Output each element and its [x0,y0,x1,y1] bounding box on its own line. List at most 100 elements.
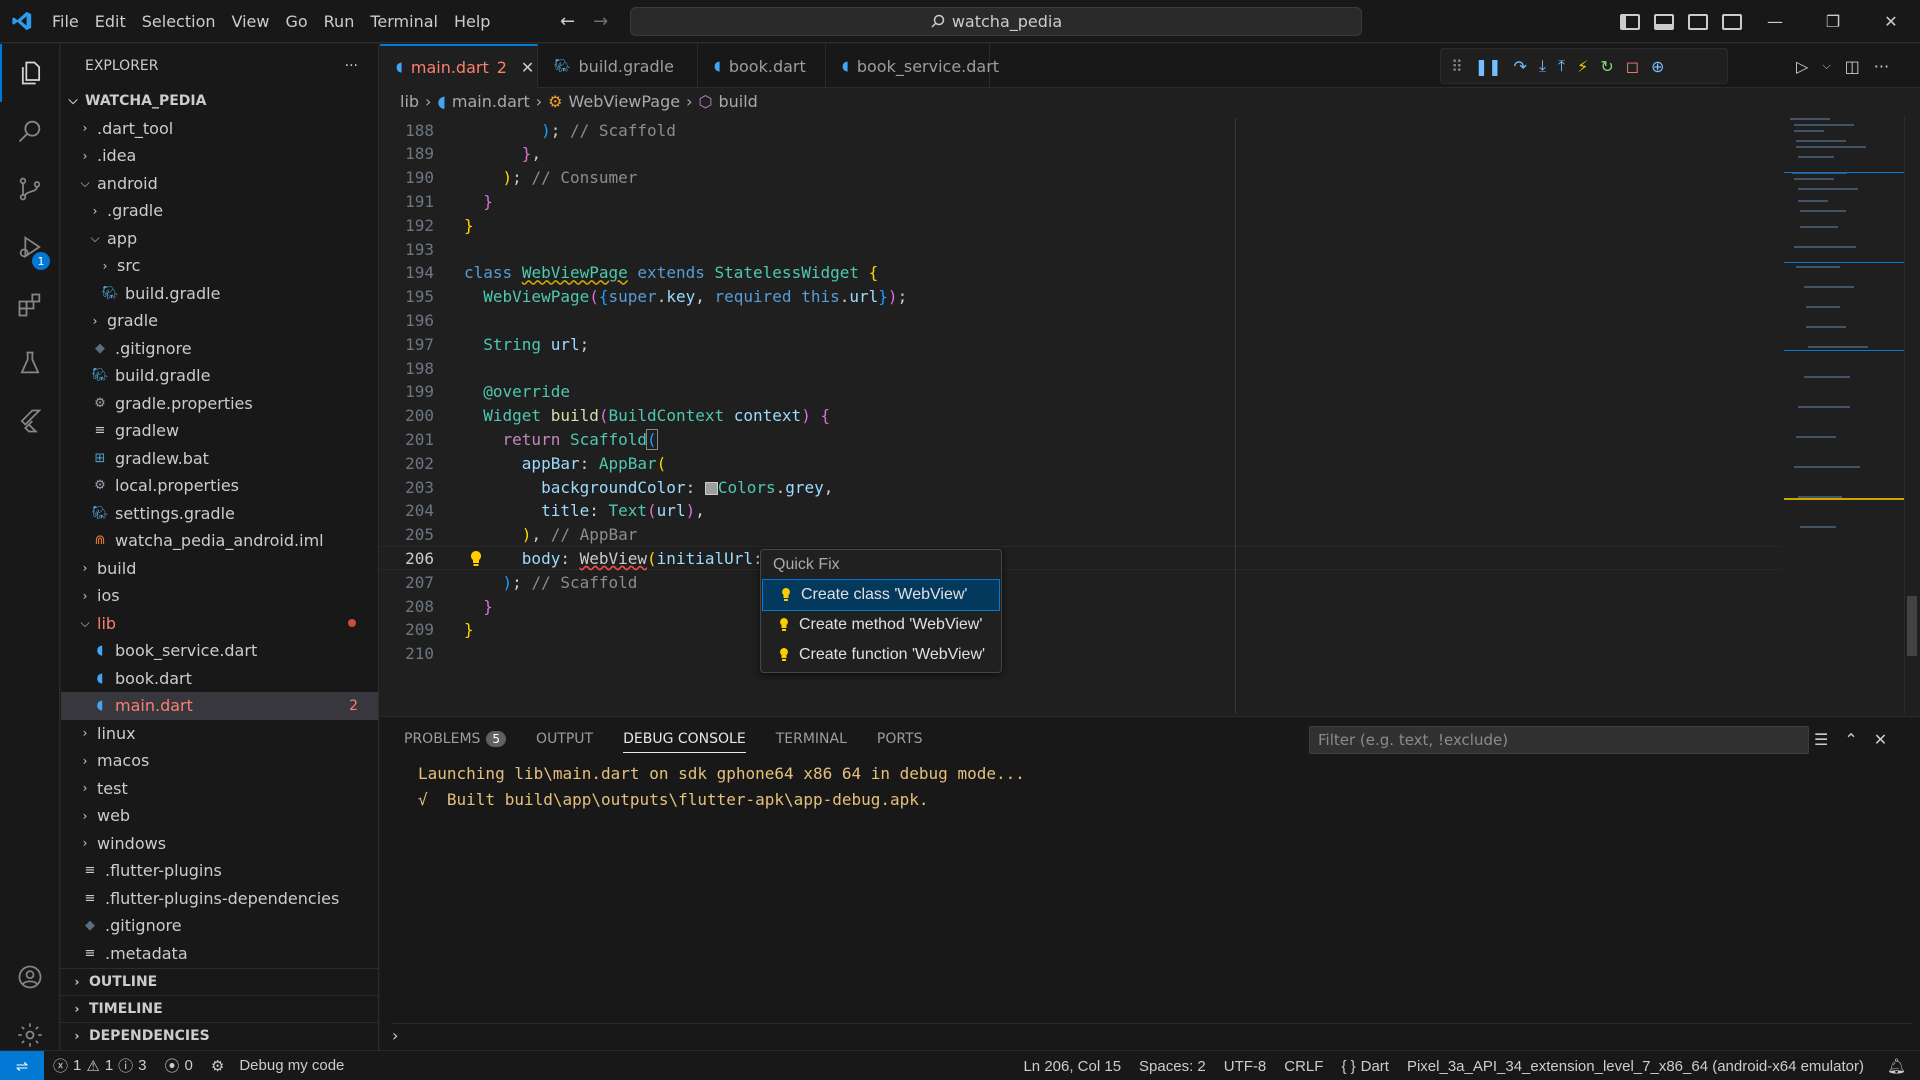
tree-folder[interactable]: › .gradle [61,197,378,225]
outline-section[interactable]: › OUTLINE [61,968,379,995]
code-line[interactable]: 204 title: Text(url), [380,499,1780,523]
tree-folder[interactable]: › build [61,555,378,583]
close-window-icon[interactable]: ✕ [1862,0,1920,43]
tree-folder[interactable]: › src [61,252,378,280]
step-out-icon[interactable]: ⤒ [1558,56,1565,76]
hot-reload-icon[interactable]: ⚡ [1577,57,1588,76]
testing-icon[interactable] [0,334,60,392]
dependencies-section[interactable]: › DEPENDENCIES [61,1022,379,1049]
lightbulb-icon[interactable] [468,550,484,568]
tree-file[interactable]: ⋒ watcha_pedia_android.iml [61,527,378,555]
maximize-panel-icon[interactable]: ⌃ [1844,730,1857,749]
code-line[interactable]: 193 [380,237,1780,261]
quick-fix-create-function[interactable]: Create function 'WebView' [761,640,1001,670]
tree-folder[interactable]: › macos [61,747,378,775]
quick-fix-create-class[interactable]: Create class 'WebView' [762,579,1000,611]
device-selector[interactable]: Pixel_3a_API_34_extension_level_7_x86_64… [1398,1058,1873,1075]
customize-layout-icon[interactable] [1722,13,1742,30]
close-tab-icon[interactable]: ✕ [521,58,534,77]
source-control-icon[interactable] [0,160,60,218]
minimap[interactable] [1784,116,1904,714]
run-icon[interactable]: ▷ [1796,57,1808,76]
code-line[interactable]: 202 appBar: AppBar( [380,451,1780,475]
maximize-icon[interactable]: ❐ [1804,0,1862,43]
code-line[interactable]: 191 } [380,189,1780,213]
chevron-down-icon[interactable]: ⌵ [1822,59,1830,73]
panel-tab-ports[interactable]: PORTS [877,717,923,761]
tree-file[interactable]: ≡ gradlew [61,417,378,445]
problems-status[interactable]: ⓧ 1 ⚠ 1 ⓘ 3 [44,1055,156,1076]
stop-icon[interactable]: ◻ [1626,57,1639,76]
tree-folder[interactable]: › .idea [61,142,378,170]
workspace-root[interactable]: ⌵ WATCHA_PEDIA [61,87,378,115]
menu-view[interactable]: View [224,0,278,43]
tree-folder[interactable]: › ios [61,582,378,610]
code-line[interactable]: 200 Widget build(BuildContext context) { [380,404,1780,428]
tree-file[interactable]: ◖ book_service.dart [61,637,378,665]
flutter-icon[interactable] [0,392,60,450]
tree-folder[interactable]: › .dart_tool [61,115,378,143]
tab-main-dart[interactable]: ◖ main.dart 2 ✕ [380,44,538,88]
tree-folder[interactable]: › gradle [61,307,378,335]
breadcrumb-folder[interactable]: lib [400,92,419,111]
tree-file[interactable]: ≡ .metadata [61,940,378,968]
step-over-icon[interactable]: ↷ [1514,57,1527,76]
clear-console-icon[interactable]: ☰ [1814,730,1828,749]
drag-handle-icon[interactable]: ⠿ [1451,57,1463,76]
menu-help[interactable]: Help [446,0,498,43]
code-line[interactable]: 205 ), // AppBar [380,523,1780,547]
panel-tab-debug-console[interactable]: DEBUG CONSOLE [623,717,746,761]
forward-arrow-icon[interactable]: → [593,11,608,32]
tree-folder[interactable]: ⌵ android [61,170,378,198]
timeline-section[interactable]: › TIMELINE [61,995,379,1022]
search-activity-icon[interactable] [0,102,60,160]
panel-tab-output[interactable]: OUTPUT [536,717,593,761]
ports-status[interactable]: ⦿ 0 [156,1055,202,1076]
code-line[interactable]: 209} [380,618,1780,642]
code-line[interactable]: 198 [380,356,1780,380]
close-panel-icon[interactable]: ✕ [1874,730,1887,749]
tree-file[interactable]: 🐘︎ build.gradle [61,362,378,390]
tree-folder[interactable]: › web [61,802,378,830]
tree-file[interactable]: ◆ .gitignore [61,335,378,363]
code-line[interactable]: 197 String url; [380,332,1780,356]
code-line[interactable]: 201 return Scaffold( [380,427,1780,451]
line-ending[interactable]: CRLF [1275,1058,1332,1075]
code-line[interactable]: 195 WebViewPage({super.key, required thi… [380,285,1780,309]
explorer-more-icon[interactable]: ··· [345,58,358,74]
code-editor[interactable]: 188 ); // Scaffold 189 }, 190 ); // Consum… [380,118,1780,714]
restart-icon[interactable]: ↻ [1600,57,1613,76]
tab-book-service-dart[interactable]: ◖ book_service.dart [826,44,999,88]
language-mode[interactable]: { } Dart [1332,1058,1398,1075]
toggle-panel-icon[interactable] [1654,13,1674,30]
tree-folder[interactable]: ⌵ lib [61,610,378,638]
accounts-icon[interactable] [0,948,60,1006]
code-line[interactable]: 203 backgroundColor: Colors.grey, [380,475,1780,499]
quick-fix-create-method[interactable]: Create method 'WebView' [761,610,1001,640]
tree-file[interactable]: ⊞ gradlew.bat [61,445,378,473]
breadcrumb-method[interactable]: build [718,92,757,111]
code-line[interactable]: 189 }, [380,142,1780,166]
menu-edit[interactable]: Edit [87,0,134,43]
tree-folder[interactable]: › windows [61,830,378,858]
tree-file[interactable]: ≡ .flutter-plugins-dependencies [61,885,378,913]
debug-status[interactable]: ⚙ Debug my code [202,1057,354,1075]
code-line[interactable]: 210 [380,642,1780,666]
code-line[interactable]: 188 ); // Scaffold [380,118,1780,142]
code-line[interactable]: 196 [380,308,1780,332]
command-center-search[interactable]: watcha_pedia [630,7,1362,36]
console-filter-input[interactable]: Filter (e.g. text, !exclude) [1309,726,1809,754]
tree-file[interactable]: ◖ book.dart [61,665,378,693]
tree-folder[interactable]: › linux [61,720,378,748]
back-arrow-icon[interactable]: ← [560,11,575,32]
devtools-icon[interactable]: ⊕ [1651,57,1664,76]
toggle-secondary-sidebar-icon[interactable] [1688,13,1708,30]
code-line[interactable]: 199 @override [380,380,1780,404]
code-line[interactable]: 192} [380,213,1780,237]
panel-tab-terminal[interactable]: TERMINAL [776,717,847,761]
step-into-icon[interactable]: ⤓ [1539,56,1546,76]
run-debug-icon[interactable]: 1 [0,218,60,276]
pause-icon[interactable]: ❚❚ [1475,57,1502,76]
scrollbar-thumb[interactable] [1907,596,1917,656]
panel-tab-problems[interactable]: PROBLEMS 5 [404,717,507,761]
